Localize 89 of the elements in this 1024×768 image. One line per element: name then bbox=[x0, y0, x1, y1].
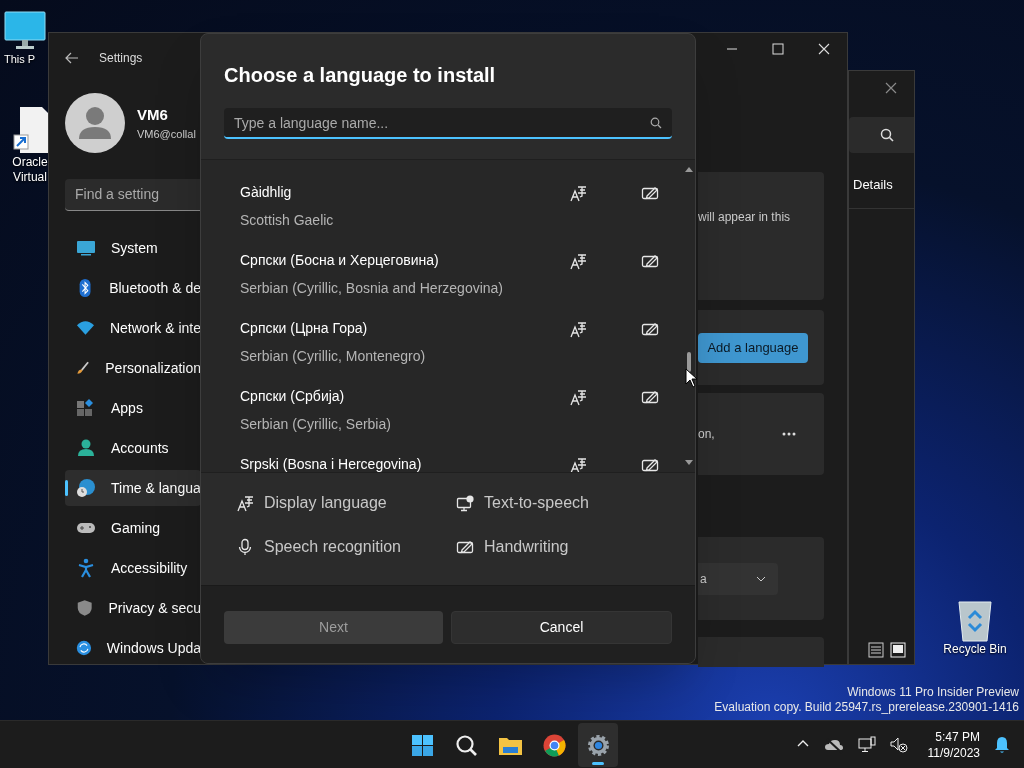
search-icon bbox=[453, 732, 479, 758]
language-list-item[interactable]: Gàidhlig Scottish Gaelic bbox=[240, 183, 659, 251]
nav-item[interactable]: Accounts bbox=[65, 430, 201, 466]
more-options-icon[interactable] bbox=[782, 432, 796, 436]
search-field[interactable] bbox=[849, 117, 914, 153]
user-name: VM6 bbox=[137, 104, 169, 125]
user-avatar-icon bbox=[65, 93, 125, 153]
edition-text: Windows 11 Pro Insider Preview bbox=[847, 685, 1019, 700]
speaker-muted-icon[interactable] bbox=[889, 735, 908, 754]
legend-label: Text-to-speech bbox=[484, 493, 589, 513]
search-icon bbox=[650, 117, 662, 129]
desktop-icon-label[interactable]: Recycle Bin bbox=[943, 642, 1007, 657]
list-view-icon[interactable] bbox=[868, 642, 884, 658]
desktop-icon-label[interactable]: Virtual bbox=[13, 170, 47, 185]
window-title: Settings bbox=[99, 50, 143, 67]
language-list-item[interactable]: Српски (Црна Гора) Serbian (Cyrillic, Montenegro) bbox=[240, 319, 659, 387]
notification-bell-icon[interactable] bbox=[994, 735, 1010, 754]
clock[interactable]: 5:47 PM 11/9/2023 bbox=[927, 728, 980, 761]
nav-item[interactable]: Gaming bbox=[65, 510, 201, 546]
dialog-title: Choose a language to install bbox=[224, 63, 497, 88]
nav-item[interactable]: System bbox=[65, 230, 201, 266]
language-list-item[interactable]: Srpski (Bosna i Hercegovina) bbox=[240, 455, 659, 472]
globe-clock-icon bbox=[76, 478, 96, 498]
language-list-item[interactable]: Српски (Србија) Serbian (Cyrillic, Serbia) bbox=[240, 387, 659, 455]
tile-view-icon[interactable] bbox=[890, 642, 906, 658]
display-language-icon bbox=[569, 456, 587, 472]
language-name: Gàidhlig bbox=[240, 183, 293, 201]
language-name: Српски (Србија) bbox=[240, 387, 346, 405]
edition-text: Evaluation copy. Build 25947.rs_prerelease.230901-1416 bbox=[714, 700, 1019, 715]
nav-item[interactable]: Bluetooth & de bbox=[65, 270, 201, 306]
legend-label: Display language bbox=[264, 493, 387, 513]
nav-item[interactable]: Personalization bbox=[65, 350, 201, 386]
user-email: VM6@collal bbox=[137, 127, 196, 142]
scroll-up-arrow-icon[interactable] bbox=[685, 166, 693, 172]
display-language-icon bbox=[569, 184, 587, 202]
language-english-name: Serbian (Cyrillic, Montenegro) bbox=[240, 347, 427, 365]
close-icon[interactable] bbox=[884, 81, 898, 95]
back-arrow-icon[interactable] bbox=[65, 52, 79, 64]
language-list-item[interactable]: Српски (Босна и Херцеговина) Serbian (Cyrillic, Bosnia and Herzegovina) bbox=[240, 251, 659, 319]
nav-item[interactable]: Network & inte bbox=[65, 310, 201, 346]
nav-item[interactable]: Apps bbox=[65, 390, 201, 426]
mouse-pointer-icon bbox=[685, 368, 697, 388]
accessibility-icon bbox=[76, 558, 96, 578]
gear-icon bbox=[585, 732, 611, 758]
monitor-speech-icon bbox=[456, 494, 474, 512]
refresh-icon bbox=[76, 638, 92, 658]
legend-label: Speech recognition bbox=[264, 537, 401, 557]
nav-item[interactable]: Privacy & secu bbox=[65, 590, 201, 626]
desktop-icon-label[interactable]: This P bbox=[4, 52, 36, 67]
microphone-icon bbox=[236, 538, 254, 556]
placeholder-text: Find a setting bbox=[75, 185, 160, 204]
nav-item[interactable]: Accessibility bbox=[65, 550, 201, 586]
monitor-icon bbox=[76, 238, 96, 258]
recycle-bin-icon bbox=[955, 598, 995, 642]
language-english-name: Scottish Gaelic bbox=[240, 211, 335, 229]
display-language-icon bbox=[569, 252, 587, 270]
language-name: Српски (Црна Гора) bbox=[240, 319, 369, 337]
dialog-button[interactable]: Cancel bbox=[451, 611, 672, 644]
wifi-icon bbox=[76, 318, 95, 338]
document-shortcut-icon bbox=[10, 105, 50, 155]
display-language-icon bbox=[569, 388, 587, 406]
add-language-button[interactable]: Add a language bbox=[698, 332, 808, 363]
nav-item[interactable]: Windows Upda bbox=[65, 630, 201, 666]
chevron-down-icon bbox=[756, 575, 766, 582]
display-language-icon bbox=[236, 494, 254, 512]
scroll-down-arrow-icon[interactable] bbox=[685, 460, 693, 466]
display-language-icon bbox=[569, 320, 587, 338]
language-english-name: Serbian (Cyrillic, Serbia) bbox=[240, 415, 392, 433]
language-search-field[interactable]: Type a language name... bbox=[224, 108, 672, 139]
search-icon bbox=[880, 128, 894, 142]
description-text: will appear in this bbox=[698, 210, 791, 224]
language-english-name: Serbian (Cyrillic, Bosnia and Herzegovina) bbox=[240, 279, 504, 297]
person-icon bbox=[76, 438, 96, 458]
language-dropdown[interactable]: a bbox=[698, 562, 778, 595]
search-field[interactable]: Find a setting bbox=[65, 179, 201, 211]
network-monitor-icon[interactable] bbox=[857, 735, 876, 754]
language-name: Српски (Босна и Херцеговина) bbox=[240, 251, 440, 269]
nav-item[interactable]: Time & langua bbox=[65, 470, 201, 506]
legend-label: Handwriting bbox=[484, 537, 569, 557]
language-name: Srpski (Bosna i Hercegovina) bbox=[240, 455, 423, 472]
start-icon bbox=[409, 732, 435, 758]
apps-grid-icon bbox=[76, 398, 96, 418]
desktop-icon-label[interactable]: Oracle bbox=[12, 155, 48, 170]
browser-icon bbox=[541, 732, 567, 758]
details-label[interactable]: Details bbox=[853, 174, 893, 195]
shield-icon bbox=[76, 598, 94, 618]
scrollbar-thumb[interactable] bbox=[687, 352, 691, 372]
monitor-icon bbox=[4, 10, 46, 52]
description-text: on, bbox=[698, 426, 715, 443]
